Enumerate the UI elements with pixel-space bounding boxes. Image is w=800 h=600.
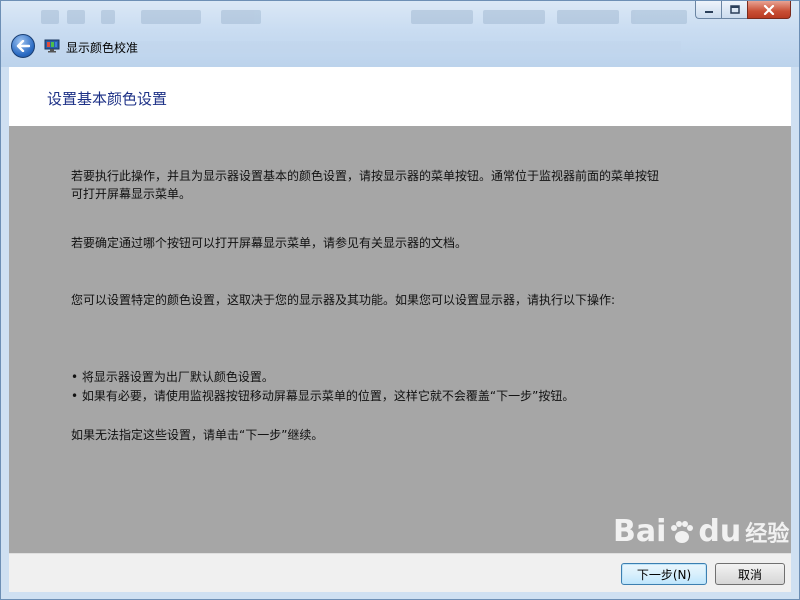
background-app-ruler [61, 41, 681, 53]
instruction-paragraph-3: 您可以设置特定的颜色设置，这取决于您的显示器及其功能。如果您可以设置显示器，请执… [71, 293, 616, 307]
paw-icon [671, 520, 694, 543]
next-button[interactable]: 下一步(N) [621, 563, 707, 585]
close-button[interactable] [747, 1, 791, 19]
maximize-icon [729, 5, 740, 14]
watermark-sub: 经验 [745, 521, 790, 547]
minimize-button[interactable] [695, 1, 721, 19]
background-app-ghost [41, 7, 691, 27]
close-icon [763, 4, 775, 15]
title-bar: 显示颜色校准 [1, 1, 799, 67]
instruction-paragraph-1-line-2: 可打开屏幕显示菜单。 [71, 187, 192, 201]
minimize-icon [704, 10, 713, 13]
instruction-paragraph-1: 若要执行此操作，并且为显示器设置基本的颜色设置，请按显示器的菜单按钮。通常位于监… [71, 167, 731, 203]
list-item: 将显示器设置为出厂默认颜色设置。 [71, 368, 574, 387]
monitor-icon [44, 39, 60, 53]
instruction-paragraph-1-line-1: 若要执行此操作，并且为显示器设置基本的颜色设置，请按显示器的菜单按钮。通常位于监… [71, 169, 660, 183]
back-arrow-icon [16, 40, 30, 52]
page-title: 设置基本颜色设置 [47, 90, 168, 108]
button-bar: 下一步(N) 取消 [9, 553, 791, 592]
instruction-bullet-list: 将显示器设置为出厂默认颜色设置。 如果有必要，请使用监视器按钮移动屏幕显示菜单的… [71, 368, 574, 406]
list-item: 如果有必要，请使用监视器按钮移动屏幕显示菜单的位置，这样它就不会覆盖“下一步”按… [71, 387, 574, 406]
cancel-button[interactable]: 取消 [715, 563, 785, 585]
watermark-brand: Bai [613, 514, 667, 549]
instruction-paragraph-4: 如果无法指定这些设置，请单击“下一步”继续。 [71, 428, 324, 442]
baidu-jingyan-watermark: Bai du 经验 [613, 514, 789, 549]
caption-buttons [695, 1, 791, 19]
maximize-button[interactable] [721, 1, 747, 19]
color-calibration-window: 显示颜色校准 设置基本颜色设置 若要执行此操作，并且为显示器设置基本的颜色设置，… [0, 0, 800, 600]
page-header: 设置基本颜色设置 [9, 67, 791, 126]
window-title: 显示颜色校准 [66, 41, 139, 55]
instructions-panel: 若要执行此操作，并且为显示器设置基本的颜色设置，请按显示器的菜单按钮。通常位于监… [9, 126, 791, 553]
back-button[interactable] [11, 34, 35, 58]
instruction-paragraph-2: 若要确定通过哪个按钮可以打开屏幕显示菜单，请参见有关显示器的文档。 [71, 236, 468, 250]
watermark-brand-suffix: du [698, 514, 742, 549]
